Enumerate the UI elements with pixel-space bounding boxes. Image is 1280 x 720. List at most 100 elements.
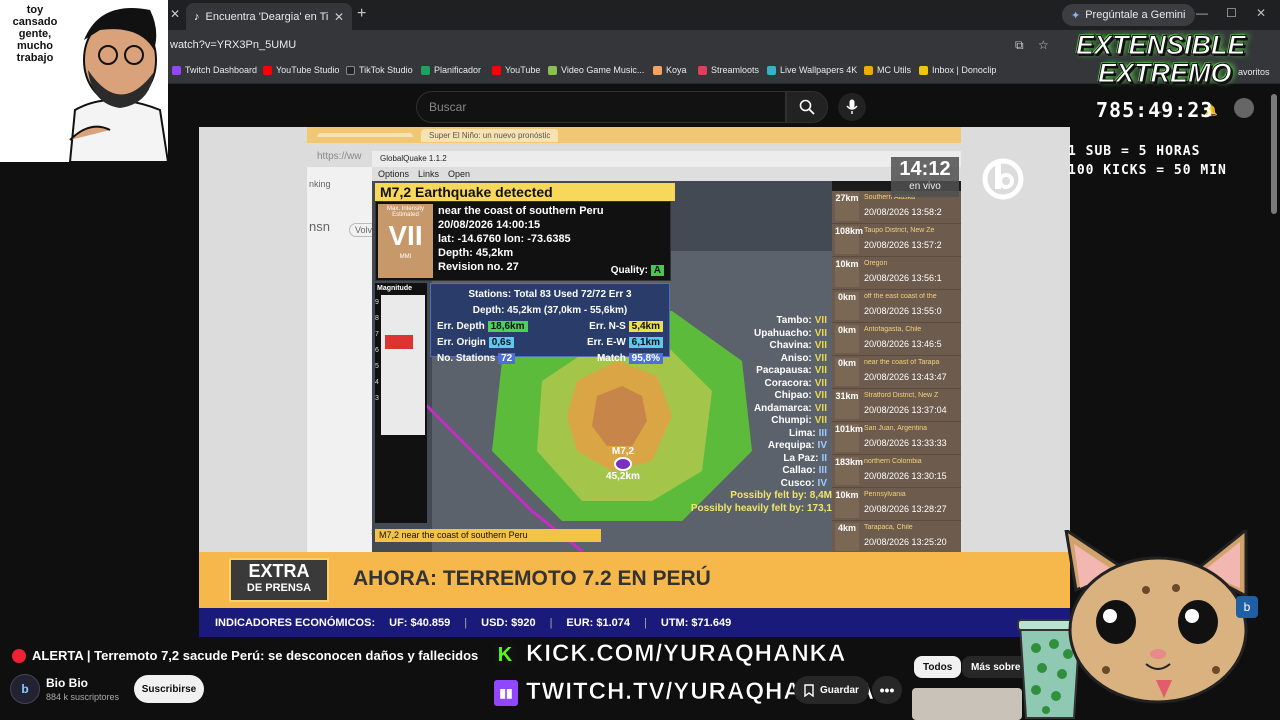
url-field[interactable]: watch?v=YRX3Pn_5UMU [170,39,296,51]
calendar-icon [421,65,430,75]
place-name: Chumpi: [771,415,812,426]
place-row: Tambo: VII [717,315,827,328]
err-ns: Err. N-S 5,4km [589,320,663,332]
bookmark-mc-utils[interactable]: MC Utils [864,65,911,75]
gemini-sparkle-icon: ✦ [1071,9,1081,22]
new-tab-button[interactable]: + [357,5,366,23]
event-place: Pennsylvania [864,491,906,498]
kick-icon: K [494,644,516,666]
magnitude-level [385,335,413,349]
gq-menu-open: Open [448,169,471,179]
video-player[interactable]: Super El Niño: un nuevo pronóstic https:… [199,127,1070,637]
minimize-icon[interactable]: — [1196,6,1208,20]
account-avatar[interactable] [1234,98,1254,118]
voice-search-button[interactable] [838,93,866,121]
bookmark-tiktok-studio[interactable]: TikTok Studio [346,65,413,75]
place-row: Coracora: VII [717,378,827,391]
event-distance: 183km [835,457,863,485]
subscribe-button[interactable]: Suscribirse [134,675,204,703]
place-name: Upahuacho: [753,327,812,339]
match: Match 95,8% [597,352,663,364]
stats-row: Err. Depth 18,6km Err. N-S 5,4km [437,318,663,334]
bookmark-vgm[interactable]: Video Game Music... [548,65,644,75]
news-headline: AHORA: TERREMOTO 7.2 EN PERÚ [353,567,711,590]
place-level: VII [814,415,827,426]
search-button[interactable] [786,91,828,123]
search-icon [799,99,815,115]
gq-event-list: 27km Southern Alaska 20/08/2026 13:58:2 10… [832,191,961,552]
broadcast-live-label: en vivo [909,181,941,192]
more-actions-button[interactable]: ••• [872,676,902,704]
event-item: 183km northern Colombia 20/08/2026 13:30:1… [832,455,961,488]
close-tab-icon[interactable]: ✕ [334,10,344,24]
tab-title: Encuentra 'Deargia' en TikTok | [205,10,328,23]
inner-tab: Super El Niño: un nuevo pronóstic [421,128,559,142]
close-tab-icon[interactable]: ✕ [170,7,180,21]
channel-avatar[interactable]: b [10,674,40,704]
cat-mascot-icon [1064,530,1248,704]
broadcast-clock: 14:12 en vivo [891,157,959,197]
browser-tab-active[interactable]: ♪ Encuentra 'Deargia' en TikTok | ✕ [186,3,352,30]
twitch-icon: ▮▮ [494,680,518,706]
cast-icon[interactable]: ⧉ [1015,38,1024,53]
browser-tab-bar: ✕ ♪ Encuentra 'Deargia' en TikTok | ✕ + … [0,0,1280,30]
err-ns-value: 5,4km [628,320,663,332]
event-distance: 0km [835,292,859,320]
gq-intensity-box: Max. Intensity Estimated VII MMI [378,204,433,278]
gemini-button[interactable]: ✦ Pregúntale a Gemini [1062,4,1195,26]
maximize-icon[interactable]: ☐ [1226,6,1237,20]
close-window-icon[interactable]: ✕ [1256,6,1266,20]
event-time: 20/08/2026 13:25:20 [864,537,947,547]
err-ew: Err. E-W 6,1km [587,336,663,348]
extra-prensa-box: EXTRA DE PRENSA [229,558,329,602]
place-level: VII [814,377,827,389]
err-ns-label: Err. N-S [589,320,626,332]
youtube-icon [492,65,501,75]
ticker-separator: | [549,616,553,629]
kicks-rule: 100 KICKS = 50 MIN [1068,163,1227,178]
bookmark-planificador[interactable]: Planificador [421,65,481,75]
ticker-item: USD: $920 [481,616,536,629]
bookmark-youtube-studio[interactable]: YouTube Studio [263,65,339,75]
save-label: Guardar [820,684,859,696]
tiktok-icon: ♪ [194,10,200,23]
channel-name[interactable]: Bio Bio [46,676,88,690]
broadcast-time: 14:12 [899,158,951,180]
place-level: VII [814,402,827,414]
save-button[interactable]: Guardar [794,676,869,704]
bookmark-youtube[interactable]: YouTube [492,65,540,75]
event-item: 0km Antofagasta, Chile 20/08/2026 13:46:5 [832,323,961,356]
intensity-label: Max. Intensity Estimated [386,206,424,218]
gq-info-lines: near the coast of southern Peru 20/08/20… [438,204,668,274]
biobio-tv-logo [982,158,1024,200]
place-row: Upahuacho: VII [717,328,827,341]
gq-epicenter-depth: 45,2km [606,471,640,482]
video-title: ALERTA | Terremoto 7,2 sacude Perú: se d… [12,648,478,663]
bookmark-streamloots[interactable]: Streamloots [698,65,759,75]
bookmark-live-wallpapers[interactable]: Live Wallpapers 4K [767,65,857,75]
youtube-icon [263,65,272,75]
chip-all[interactable]: Todos [914,656,962,678]
bookmark-koya[interactable]: Koya [653,65,687,75]
gq-places-list: Tambo: VII Upahuacho: VII Chavina: VII Anis… [717,315,827,490]
mag-tick: 3 [375,395,379,402]
bookmark-donoclip[interactable]: Inbox | Donoclip [919,65,996,75]
bookmark-star-icon[interactable]: ☆ [1038,38,1049,52]
tiktok-icon [346,65,355,75]
gemini-label: Pregúntale a Gemini [1085,9,1186,21]
de-prensa-label: DE PRENSA [246,582,312,594]
gq-depth: Depth: 45,2km [438,247,514,259]
gq-title: GlobalQuake 1.1.2 [372,151,961,167]
inner-page-text: nsn [309,219,330,234]
bookmark-twitch-dashboard[interactable]: Twitch Dashboard [172,65,257,75]
err-origin-value: 0,6s [488,336,515,348]
search-input[interactable]: Buscar [416,91,786,123]
event-item: 0km near the coast of Tarapa 20/08/2026 13… [832,356,961,389]
logo-line1: EXTENSIBLE [1076,30,1247,61]
place-level: VII [814,315,827,326]
ticker-title: INDICADORES ECONÓMICOS: [215,616,376,629]
related-video-thumbnail[interactable] [912,688,1022,720]
page-scrollbar[interactable] [1271,94,1277,214]
event-place: Tarapaca, Chile [864,524,913,531]
place-name: Coracora: [764,377,812,389]
